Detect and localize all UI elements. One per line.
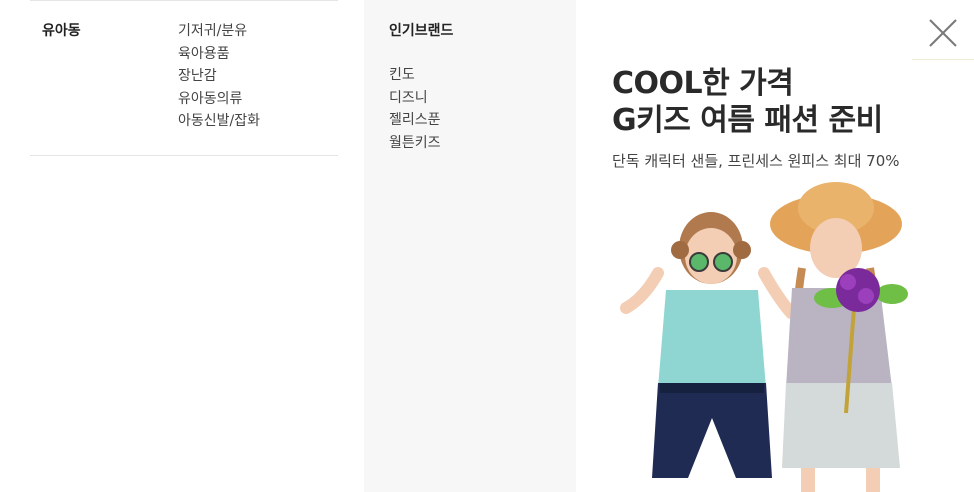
category-item-childcare[interactable]: 육아용품	[178, 43, 260, 66]
brand-item-kindo[interactable]: 킨도	[389, 64, 441, 87]
divider-top	[30, 0, 338, 1]
brand-item-waltonkids[interactable]: 월튼키즈	[389, 132, 441, 155]
brand-item-disney[interactable]: 디즈니	[389, 87, 441, 110]
close-icon	[929, 19, 957, 47]
banner-headline-2: G키즈 여름 패션 준비	[612, 103, 883, 138]
category-item-kids-clothing[interactable]: 유아동의류	[178, 88, 260, 111]
category-item-toys[interactable]: 장난감	[178, 65, 260, 88]
brand-panel: 인기브랜드 킨도 디즈니 젤리스푼 월튼키즈	[364, 0, 576, 492]
brand-list: 킨도 디즈니 젤리스푼 월튼키즈	[389, 64, 441, 154]
divider-bottom	[30, 155, 338, 156]
category-panel: 유아동 기저귀/분유 육아용품 장난감 유아동의류 아동신발/잡화	[0, 0, 364, 492]
kids-fashion-image	[620, 182, 908, 492]
category-title: 유아동	[42, 23, 81, 39]
brand-item-jellyspoon[interactable]: 젤리스푼	[389, 109, 441, 132]
banner-subtitle: 단독 캐릭터 샌들, 프린세스 원피스 최대 70%	[612, 152, 900, 170]
close-button[interactable]	[912, 10, 974, 60]
category-list: 기저귀/분유 육아용품 장난감 유아동의류 아동신발/잡화	[178, 20, 260, 133]
promo-banner[interactable]: COOL한 가격 G키즈 여름 패션 준비 단독 캐릭터 샌들, 프린세스 원피…	[576, 0, 974, 492]
girl-left-figure	[620, 212, 797, 478]
category-item-diapers[interactable]: 기저귀/분유	[178, 20, 260, 43]
girl-right-figure	[770, 182, 902, 492]
category-item-kids-shoes[interactable]: 아동신발/잡화	[178, 110, 260, 133]
brand-title: 인기브랜드	[389, 23, 454, 39]
